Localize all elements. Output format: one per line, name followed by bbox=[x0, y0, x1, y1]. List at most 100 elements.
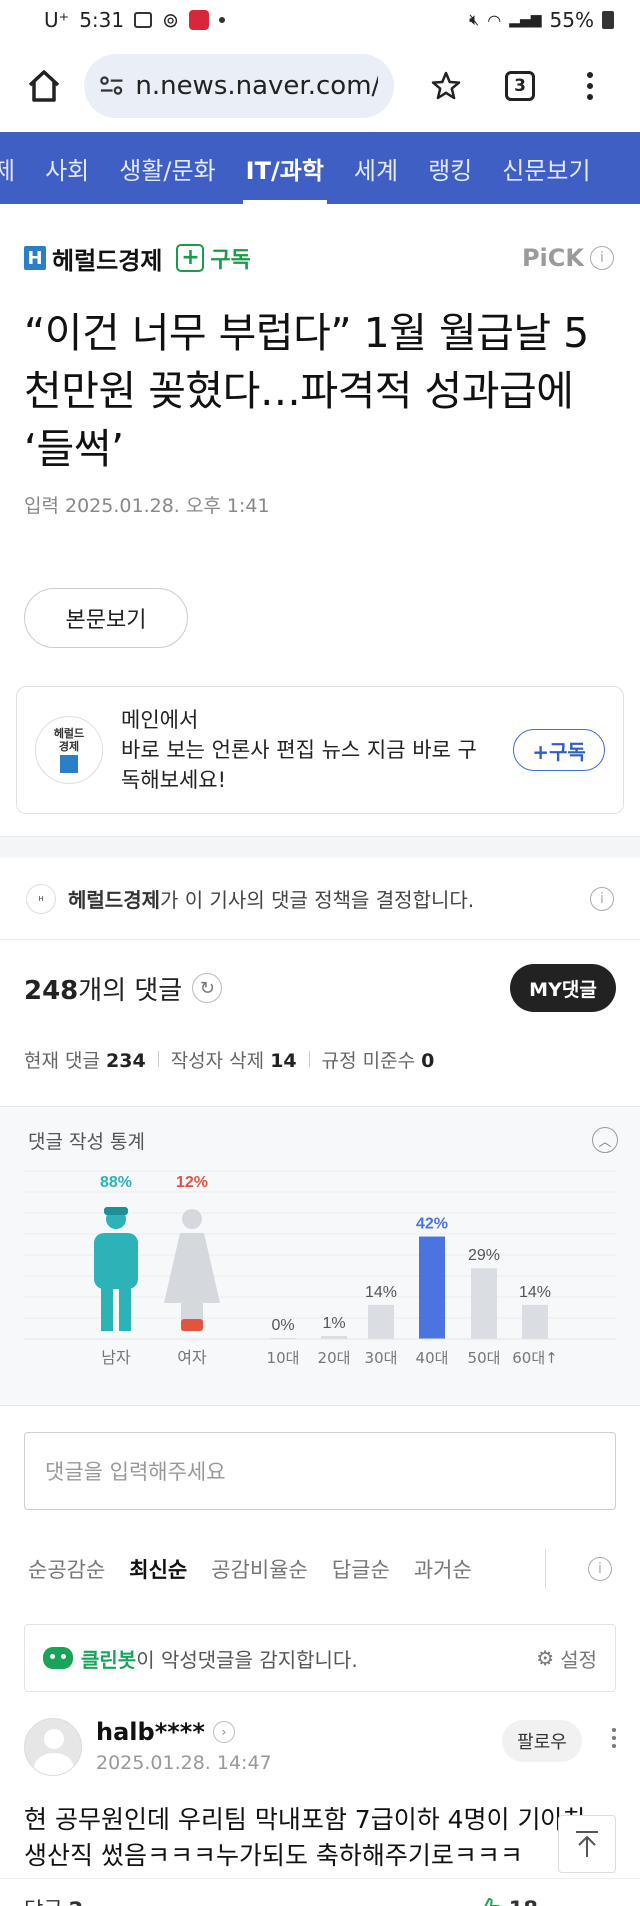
female-label: 여자 bbox=[177, 1348, 207, 1367]
category-newspaper[interactable]: 신문보기 bbox=[487, 132, 605, 204]
male-label: 남자 bbox=[101, 1348, 131, 1367]
my-comments-button[interactable]: MY댓글 bbox=[510, 964, 616, 1012]
deleted-label: 작성자 삭제 bbox=[170, 1049, 265, 1072]
comment-input[interactable]: 댓글을 입력해주세요 bbox=[24, 1432, 616, 1510]
url-text: n.news.naver.com/m bbox=[135, 71, 378, 101]
deleted-value: 14 bbox=[270, 1049, 297, 1072]
sync-icon: ⊚ bbox=[162, 8, 179, 32]
age-category-label: 30대 bbox=[365, 1349, 398, 1367]
age-bar bbox=[368, 1304, 394, 1339]
clock: 5:31 bbox=[79, 8, 125, 32]
divider bbox=[545, 1549, 546, 1589]
wifi-icon: ◠ bbox=[487, 10, 502, 30]
comment-count: 248개의 댓글 ↻ bbox=[24, 970, 223, 1007]
gallery-icon bbox=[134, 12, 153, 28]
category-society[interactable]: 사회 bbox=[30, 132, 104, 204]
view-original-button[interactable]: 본문보기 bbox=[24, 588, 188, 648]
sort-ratio[interactable]: 공감비율순 bbox=[211, 1554, 308, 1584]
article-headline: “이건 너무 부럽다” 1월 월급날 5천만원 꽂혔다…파격적 성과급에 ‘들썩… bbox=[24, 309, 589, 473]
stats-title: 댓글 작성 통계 bbox=[28, 1131, 145, 1153]
gear-icon: ⚙ bbox=[536, 1646, 555, 1670]
sort-info-icon[interactable]: i bbox=[588, 1557, 612, 1581]
follow-button[interactable]: 팔로우 bbox=[502, 1720, 582, 1762]
sort-latest[interactable]: 최신순 bbox=[129, 1554, 187, 1584]
statistics-chart: 88% 남자 12% 여자 0% 10대 1% 20대 14% 30대 42% 40대 29% 50대 14… bbox=[24, 1170, 616, 1367]
age-category-label: 50대 bbox=[468, 1349, 501, 1367]
collapse-icon[interactable]: ︿ bbox=[592, 1127, 618, 1153]
press-logo[interactable]: H 헤럴드경제 bbox=[24, 241, 162, 276]
subscribe-label: 구독 bbox=[210, 248, 251, 273]
comment-username: halb**** bbox=[96, 1718, 205, 1746]
avatar[interactable] bbox=[24, 1718, 82, 1776]
category-life-culture[interactable]: 생활/문화 bbox=[104, 132, 230, 204]
comment-count-number: 248 bbox=[24, 975, 79, 1006]
browser-menu-button[interactable] bbox=[568, 64, 612, 108]
signal-icon: ▂▄▆ bbox=[509, 12, 542, 28]
category-it-science[interactable]: IT/과학 bbox=[231, 132, 339, 204]
scroll-to-top-button[interactable] bbox=[558, 1815, 616, 1873]
sort-popular[interactable]: 순공감순 bbox=[28, 1554, 105, 1584]
age-category-label: 20대 bbox=[318, 1349, 351, 1367]
kebab-icon bbox=[587, 72, 593, 100]
refresh-icon[interactable]: ↻ bbox=[192, 973, 223, 1003]
press-mini-logo: H bbox=[26, 883, 56, 914]
press-round-logo: 헤럴드 경제 bbox=[35, 716, 103, 784]
policy-desc: 가 이 기사의 댓글 정책을 결정합니다. bbox=[160, 888, 475, 912]
battery-icon bbox=[602, 11, 614, 29]
policy-press: 헤럴드경제 bbox=[68, 888, 160, 912]
comment-policy-notice: H 헤럴드경제가 이 기사의 댓글 정책을 결정합니다. i bbox=[0, 858, 640, 940]
male-body bbox=[94, 1233, 138, 1289]
main-subscribe-desc: 바로 보는 언론사 편집 뉴스 지금 바로 구독해보세요! bbox=[121, 738, 477, 792]
cleanbot-text: 이 악성댓글을 감지합니다. bbox=[136, 1647, 358, 1672]
main-subscribe-text: 메인에서 바로 보는 언론사 편집 뉴스 지금 바로 구독해보세요! bbox=[121, 705, 495, 795]
male-leg bbox=[119, 1273, 131, 1331]
category-nav: 제 사회 생활/문화 IT/과학 세계 랭킹 신문보기 bbox=[0, 132, 640, 204]
comment-menu-icon[interactable] bbox=[612, 1728, 616, 1748]
female-head bbox=[182, 1209, 202, 1229]
sort-tabs: 순공감순 최신순 공감비율순 답글순 과거순 i bbox=[0, 1528, 640, 1610]
main-subscribe-button[interactable]: +구독 bbox=[513, 729, 605, 771]
age-category-label: 10대 bbox=[267, 1349, 300, 1367]
section-divider bbox=[0, 836, 640, 858]
site-settings-icon bbox=[100, 76, 123, 95]
logo-text-1: 헤럴드 bbox=[53, 727, 85, 740]
female-percent: 12% bbox=[176, 1174, 208, 1191]
policy-info-icon[interactable]: i bbox=[590, 886, 614, 911]
main-subscribe-title: 메인에서 bbox=[121, 708, 199, 732]
article-date: 입력 2025.01.28. 오후 1:41 bbox=[24, 495, 270, 517]
female-body bbox=[164, 1233, 220, 1303]
comment-count-suffix: 개의 댓글 bbox=[78, 975, 183, 1006]
comments-header: 248개의 댓글 ↻ MY댓글 bbox=[0, 940, 640, 1036]
category-world[interactable]: 세계 bbox=[339, 132, 413, 204]
tab-switcher-button[interactable]: 3 bbox=[498, 64, 542, 108]
info-icon: i bbox=[590, 246, 614, 270]
subscribe-button[interactable]: + 구독 bbox=[176, 242, 251, 274]
pick-badge[interactable]: PiCK i bbox=[522, 244, 614, 272]
age-bar-label: 42% bbox=[416, 1216, 448, 1233]
sort-oldest[interactable]: 과거순 bbox=[414, 1554, 472, 1584]
age-bar bbox=[522, 1304, 548, 1339]
current-value: 234 bbox=[106, 1049, 146, 1072]
age-category-label: 40대 bbox=[416, 1349, 449, 1367]
home-button[interactable] bbox=[22, 64, 66, 108]
cleanbot-settings-button[interactable]: ⚙ 설정 bbox=[536, 1644, 597, 1673]
female-fill bbox=[181, 1319, 203, 1331]
male-leg bbox=[101, 1273, 113, 1331]
comment-stats-row: 현재 댓글 234 작성자 삭제 14 규정 미준수 0 bbox=[0, 1036, 640, 1082]
sort-replies[interactable]: 답글순 bbox=[332, 1554, 390, 1584]
category-economy[interactable]: 제 bbox=[0, 132, 30, 204]
more-notifications-icon bbox=[218, 17, 225, 23]
address-bar[interactable]: n.news.naver.com/m bbox=[84, 54, 394, 118]
age-bar-label: 29% bbox=[468, 1247, 500, 1264]
settings-label: 설정 bbox=[560, 1647, 597, 1672]
carrier-label: U⁺ bbox=[44, 8, 70, 32]
cleanbot-name: 클린봇 bbox=[81, 1647, 137, 1672]
category-ranking[interactable]: 랭킹 bbox=[413, 132, 487, 204]
browser-toolbar: n.news.naver.com/m 3 bbox=[0, 40, 640, 132]
app-notification-icon bbox=[188, 10, 209, 30]
current-label: 현재 댓글 bbox=[24, 1049, 100, 1072]
comment-user[interactable]: halb**** › bbox=[96, 1718, 272, 1746]
bookmark-button[interactable] bbox=[424, 64, 468, 108]
age-bar-label: 1% bbox=[322, 1315, 345, 1332]
policy-text: 헤럴드경제가 이 기사의 댓글 정책을 결정합니다. bbox=[68, 884, 474, 913]
